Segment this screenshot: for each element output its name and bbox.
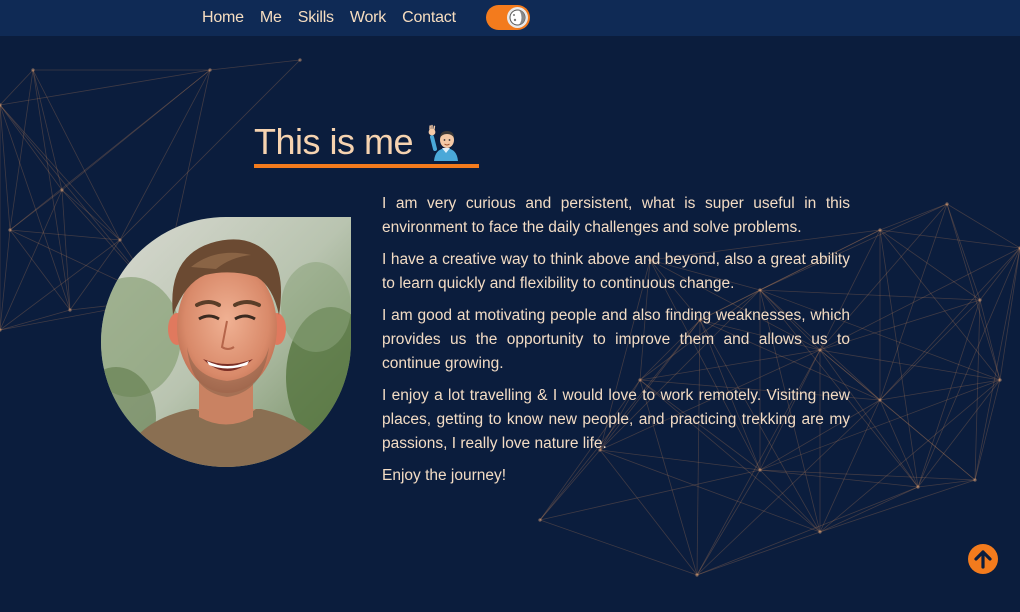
page-title-row: This is me	[254, 120, 479, 164]
network-line	[974, 379, 1001, 481]
network-node	[818, 530, 822, 534]
nav-me[interactable]: Me	[260, 9, 282, 27]
network-line	[917, 299, 981, 488]
network-line	[974, 299, 981, 481]
network-line	[819, 247, 1020, 351]
nav-work[interactable]: Work	[350, 9, 386, 27]
network-node	[298, 58, 302, 62]
network-line	[209, 59, 301, 71]
navbar: Home Me Skills Work Contact	[0, 0, 1020, 36]
page-title: This is me	[254, 121, 414, 162]
network-line	[917, 247, 1020, 488]
network-line	[879, 379, 1001, 401]
about-text: I am very curious and persistent, what i…	[382, 192, 850, 496]
network-line	[9, 69, 34, 231]
network-node	[68, 308, 72, 312]
toggle-knob	[507, 7, 528, 28]
network-line	[999, 247, 1020, 381]
title-underline	[254, 164, 479, 168]
half-moon-icon	[509, 9, 526, 26]
about-paragraph: I have a creative way to think above and…	[382, 251, 850, 292]
network-line	[946, 203, 1001, 381]
network-node	[998, 378, 1002, 382]
network-line	[946, 203, 981, 301]
network-line	[61, 189, 71, 311]
network-line	[0, 104, 11, 231]
profile-photo	[101, 217, 351, 467]
network-node	[31, 68, 35, 72]
network-line	[32, 69, 63, 191]
page: Home Me Skills Work Contact This is me I…	[0, 0, 1020, 612]
network-line	[0, 104, 71, 311]
network-node	[695, 573, 699, 577]
network-line	[879, 229, 919, 488]
network-node	[208, 68, 212, 72]
network-line	[879, 229, 1020, 249]
network-node	[945, 202, 949, 206]
network-line	[696, 486, 919, 576]
network-node	[973, 478, 977, 482]
network-line	[0, 69, 211, 106]
network-line	[539, 519, 698, 576]
network-line	[119, 69, 211, 241]
nav-home[interactable]: Home	[202, 9, 244, 27]
network-line	[917, 379, 1001, 488]
network-line	[0, 309, 71, 331]
nav-contact[interactable]: Contact	[402, 9, 456, 27]
about-paragraph: I enjoy a lot travelling & I would love …	[382, 387, 850, 452]
network-line	[0, 69, 34, 106]
network-node	[978, 298, 982, 302]
network-line	[879, 203, 948, 231]
network-node	[878, 398, 882, 402]
network-line	[61, 189, 121, 241]
nav-links: Home Me Skills Work Contact	[202, 0, 456, 36]
network-line	[0, 229, 11, 331]
network-line	[0, 104, 63, 191]
network-node	[60, 188, 64, 192]
network-line	[696, 531, 821, 576]
section-header: This is me	[254, 120, 479, 168]
network-line	[879, 299, 981, 401]
arrow-up-icon	[974, 550, 992, 569]
network-line	[9, 229, 71, 311]
network-line	[917, 479, 976, 488]
about-paragraph: I am good at motivating people and also …	[382, 307, 850, 372]
about-paragraph: Enjoy the journey!	[382, 467, 507, 484]
network-node	[118, 238, 122, 242]
network-node	[878, 228, 882, 232]
network-node	[916, 485, 920, 489]
network-node	[538, 518, 542, 522]
about-paragraph: I am very curious and persistent, what i…	[382, 195, 850, 236]
network-line	[974, 247, 1020, 481]
network-node	[8, 228, 12, 232]
nav-skills[interactable]: Skills	[298, 9, 334, 27]
avatar	[101, 217, 351, 467]
waving-man-emoji-icon	[428, 124, 459, 161]
network-line	[979, 247, 1020, 301]
scroll-top-button[interactable]	[968, 544, 998, 574]
theme-toggle[interactable]	[486, 5, 530, 30]
